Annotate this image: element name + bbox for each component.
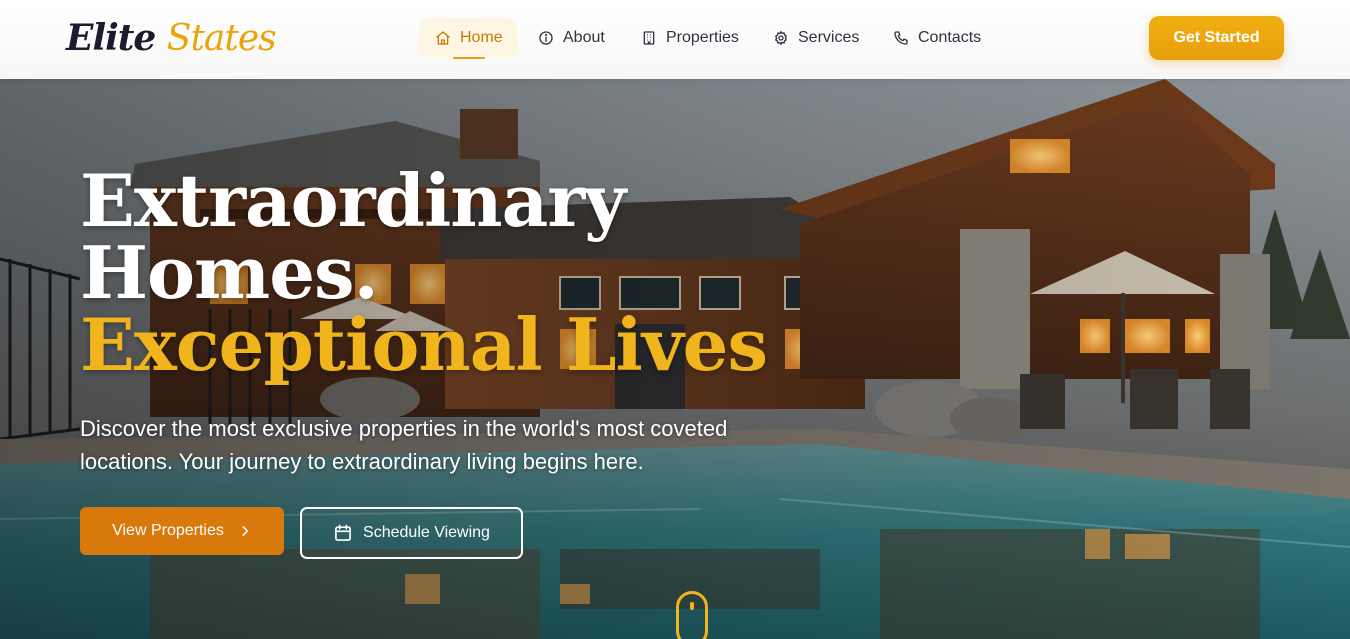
phone-icon	[894, 31, 908, 45]
brand-logo[interactable]: Elite States	[66, 10, 277, 66]
hero-section: Extraordinary Homes. Exceptional Lives D…	[0, 79, 1350, 639]
chevron-right-icon	[242, 526, 248, 536]
nav-label-contacts: Contacts	[918, 29, 982, 46]
hero-headline: Extraordinary Homes. Exceptional Lives	[80, 165, 840, 381]
view-properties-label: View Properties	[112, 522, 224, 539]
active-underline	[453, 57, 485, 59]
nav-label-properties: Properties	[666, 29, 739, 46]
nav-item-properties[interactable]: Properties	[625, 18, 755, 58]
nav-label-about: About	[563, 29, 605, 46]
nav-item-contacts[interactable]: Contacts	[877, 18, 997, 58]
scroll-wheel-dot	[690, 602, 694, 610]
mouse-scroll-icon[interactable]	[676, 591, 708, 639]
headline-line-3: Exceptional Lives	[80, 302, 768, 387]
logo-word-states: States	[166, 18, 277, 59]
navbar: Elite States Home About Properties Servi…	[0, 0, 1350, 79]
nav-item-services[interactable]: Services	[757, 18, 875, 58]
nav-item-about[interactable]: About	[522, 18, 621, 58]
schedule-viewing-button[interactable]: Schedule Viewing	[300, 507, 523, 559]
nav-item-home[interactable]: Home	[419, 18, 517, 59]
get-started-button[interactable]: Get Started	[1149, 16, 1284, 60]
logo-word-elite: Elite	[66, 17, 156, 59]
home-icon	[436, 31, 450, 45]
building-icon	[643, 31, 655, 45]
view-properties-button[interactable]: View Properties	[80, 507, 284, 555]
nav-label-home: Home	[460, 29, 503, 46]
hero-subtext: Discover the most exclusive properties i…	[80, 416, 728, 474]
info-icon	[539, 31, 553, 45]
headline-line-1: Extraordinary	[80, 158, 626, 243]
gear-icon	[775, 31, 787, 45]
nav-label-services: Services	[798, 29, 860, 46]
schedule-viewing-label: Schedule Viewing	[363, 524, 490, 541]
calendar-icon	[335, 524, 351, 541]
headline-line-2: Homes.	[80, 230, 379, 315]
